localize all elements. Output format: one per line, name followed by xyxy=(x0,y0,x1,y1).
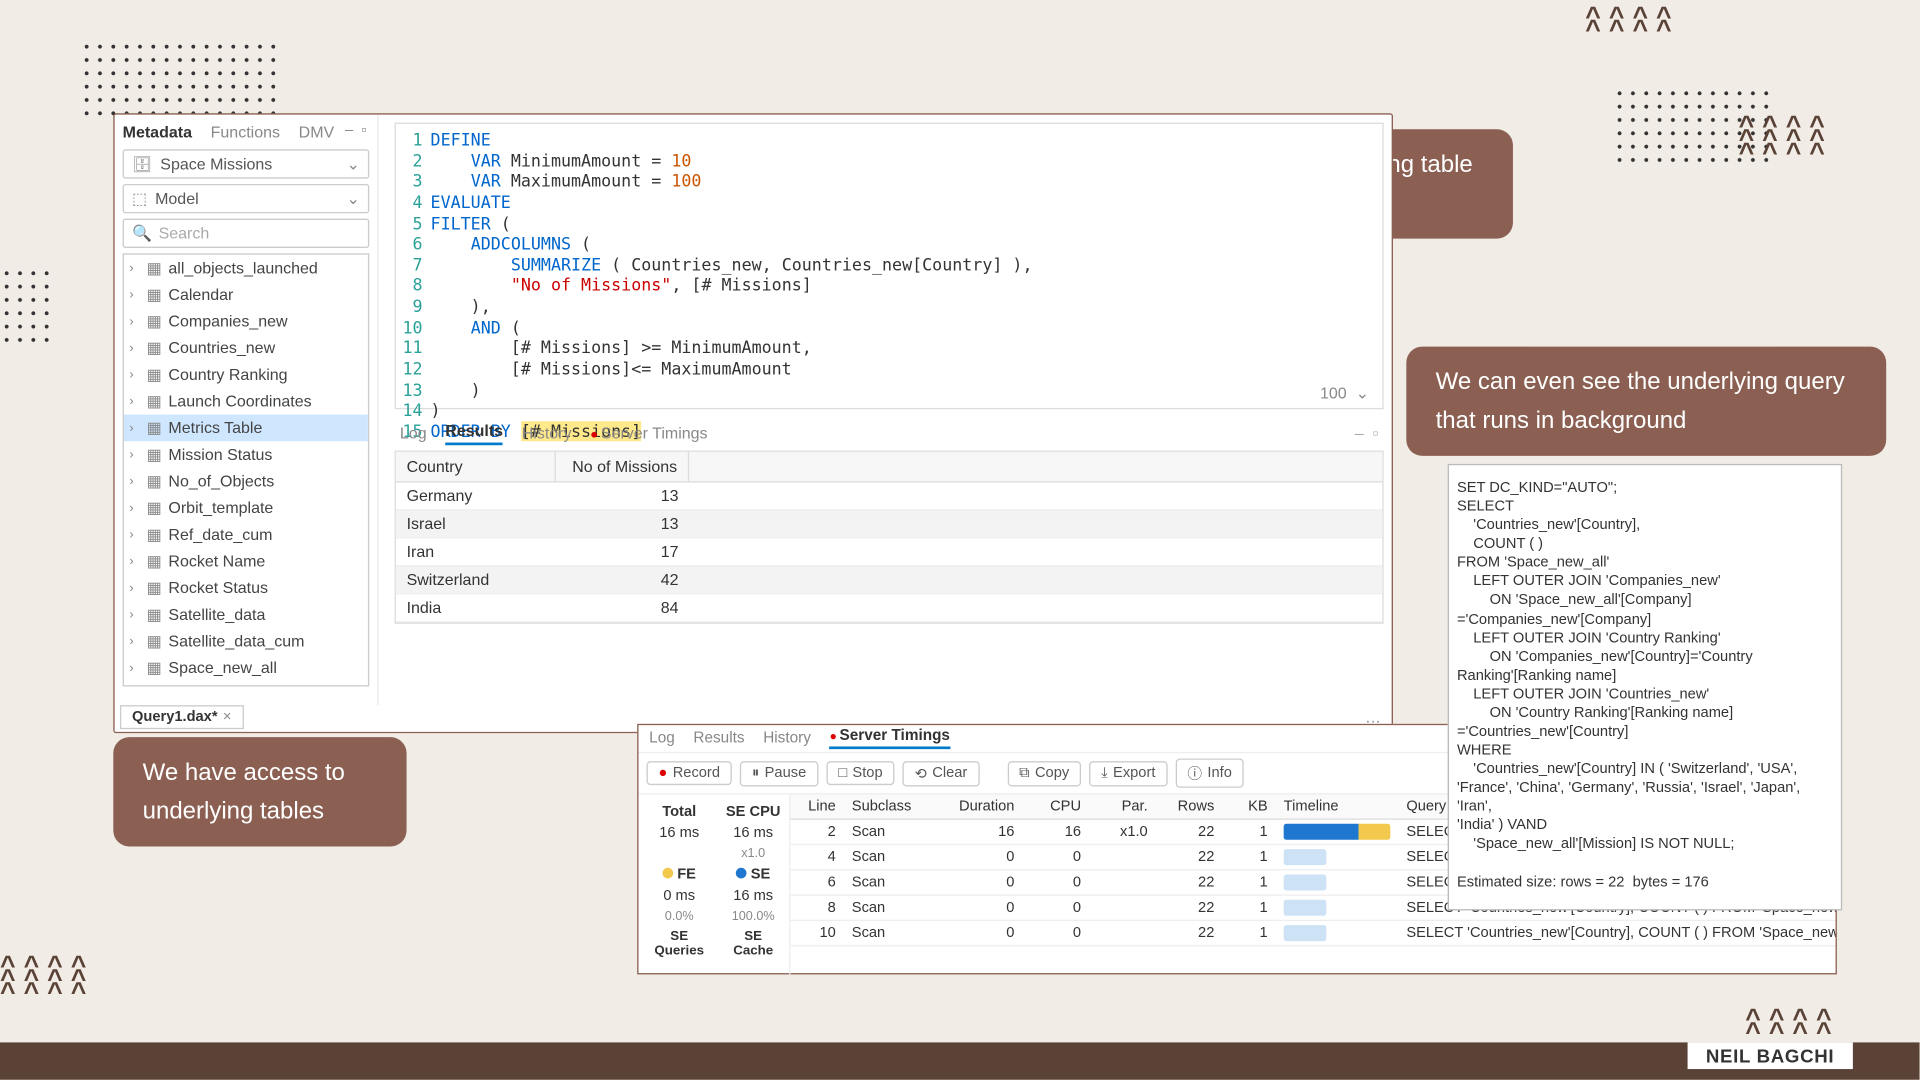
search-input[interactable]: 🔍 Search xyxy=(123,219,370,248)
tree-item[interactable]: ›▦No_of_Objects xyxy=(124,468,368,495)
timing-stats: TotalSE CPU 16 ms16 ms x1.0 FE SE 0 ms16… xyxy=(639,794,791,974)
column-header[interactable]: Timeline xyxy=(1276,794,1399,818)
tree-item[interactable]: ›▦Orbit_template xyxy=(124,495,368,522)
tree-item[interactable]: ›▦Calendar xyxy=(124,281,368,308)
tree-item[interactable]: ›▦all_objects_launched xyxy=(124,255,368,282)
tree-item[interactable]: ›▦Rocket Status xyxy=(124,575,368,602)
tab-results[interactable]: Results xyxy=(445,421,503,445)
tab-metadata[interactable]: Metadata xyxy=(123,123,192,142)
table-row[interactable]: Israel13 xyxy=(396,511,1382,539)
record-button[interactable]: ●Record xyxy=(647,761,732,785)
database-dropdown[interactable]: 🗄 Space Missions ⌄ xyxy=(123,149,370,178)
metadata-pane: Metadata Functions DMV – ▫ 🗄 Space Missi… xyxy=(115,115,379,706)
tree-item[interactable]: ›▦Space_new_all xyxy=(124,655,368,682)
tree-item[interactable]: ›▦Companies_new xyxy=(124,308,368,335)
chevron-down-icon: ⌄ xyxy=(346,189,359,208)
clear-icon: ⟲ xyxy=(915,764,927,781)
tab-dmv[interactable]: DMV xyxy=(299,123,335,142)
tab-log[interactable]: Log xyxy=(649,730,675,746)
decor-dots xyxy=(0,267,53,347)
column-header[interactable]: No of Missions xyxy=(556,452,689,481)
tree-item[interactable]: ›▦Rocket Name xyxy=(124,548,368,575)
tree-item[interactable]: ›▦Satellite_data xyxy=(124,601,368,628)
search-placeholder: Search xyxy=(159,224,210,243)
info-icon: ⓘ xyxy=(1187,762,1202,783)
tab-server-timings[interactable]: ●Server Timings xyxy=(590,424,707,443)
export-icon: ⤓ xyxy=(1101,764,1107,781)
author-name: NEIL BAGCHI xyxy=(1687,1042,1853,1069)
annotation-underlying-query: We can even see the underlying query tha… xyxy=(1406,347,1886,456)
tree-item[interactable]: ›▦Countries_new xyxy=(124,335,368,362)
pause-icon: ⏸ xyxy=(752,764,759,781)
stop-button[interactable]: □Stop xyxy=(826,761,894,785)
decor-dots xyxy=(80,40,280,120)
row-limit-dropdown[interactable]: 100 ⌄ xyxy=(1320,384,1369,403)
column-header[interactable]: Rows xyxy=(1156,794,1223,818)
tab-history[interactable]: History xyxy=(522,424,572,443)
tree-item[interactable]: ›▦Launch Coordinates xyxy=(124,388,368,415)
model-dropdown[interactable]: ⬚ Model ⌄ xyxy=(123,184,370,213)
model-name: Model xyxy=(155,189,199,208)
column-header[interactable]: Duration xyxy=(929,794,1022,818)
database-icon: 🗄 xyxy=(132,155,152,174)
tab-log[interactable]: Log xyxy=(400,424,427,443)
decor-chevrons: ^^^^^^^^^^^^ xyxy=(0,960,94,1000)
search-icon: 🔍 xyxy=(132,224,152,243)
code-editor[interactable]: 1DEFINE2 VAR MinimumAmount = 103 VAR Max… xyxy=(395,123,1384,410)
tables-tree[interactable]: ›▦all_objects_launched›▦Calendar›▦Compan… xyxy=(123,253,370,686)
table-row[interactable]: Switzerland42 xyxy=(396,567,1382,595)
table-row[interactable]: Iran17 xyxy=(396,539,1382,567)
pause-button[interactable]: ⏸Pause xyxy=(740,760,818,785)
stop-icon: □ xyxy=(838,765,847,781)
results-grid: Country No of Missions Germany13Israel13… xyxy=(395,451,1384,624)
column-header[interactable]: CPU xyxy=(1022,794,1089,818)
timing-row[interactable]: 10Scan00221SELECT 'Countries_new'[Countr… xyxy=(790,921,1835,946)
decor-chevrons: ^^^^^^^^ xyxy=(1585,11,1679,38)
tree-item[interactable]: ›▦Metrics Table xyxy=(124,415,368,442)
tab-server-timings[interactable]: ●Server Timings xyxy=(830,728,950,749)
copy-button[interactable]: ⧉Copy xyxy=(1007,760,1081,785)
column-header[interactable]: Country xyxy=(396,452,556,481)
column-header[interactable]: Line xyxy=(790,794,843,818)
query-inspector: SET DC_KIND="AUTO"; SELECT 'Countries_ne… xyxy=(1448,464,1843,911)
dax-studio-window: Metadata Functions DMV – ▫ 🗄 Space Missi… xyxy=(113,113,1393,733)
pane-options-icon[interactable]: – ▫ xyxy=(1355,424,1378,443)
pane-options-icon[interactable]: – ▫ xyxy=(345,123,367,139)
column-header[interactable]: KB xyxy=(1222,794,1275,818)
database-name: Space Missions xyxy=(160,155,272,174)
table-row[interactable]: India84 xyxy=(396,595,1382,623)
record-icon: ● xyxy=(659,765,668,781)
decor-chevrons: ^^^^^^^^^^^^ xyxy=(1739,120,1833,160)
tree-item[interactable]: ›▦Ref_date_cum xyxy=(124,521,368,548)
column-header[interactable]: Par. xyxy=(1089,794,1156,818)
close-icon[interactable]: × xyxy=(223,709,232,725)
tree-item[interactable]: ›▦Mission Status xyxy=(124,441,368,468)
column-header[interactable]: Subclass xyxy=(844,794,929,818)
info-button[interactable]: ⓘInfo xyxy=(1175,758,1243,787)
model-icon: ⬚ xyxy=(132,189,147,208)
file-tab[interactable]: Query1.dax*× xyxy=(120,705,243,729)
footer-bar xyxy=(0,1042,1920,1079)
tree-item[interactable]: ›▦Satellite_data_cum xyxy=(124,628,368,655)
annotation-tables: We have access to underlying tables xyxy=(113,737,406,846)
tab-functions[interactable]: Functions xyxy=(211,123,280,142)
tab-results[interactable]: Results xyxy=(693,730,744,746)
decor-chevrons: ^^^^^^^^ xyxy=(1745,1013,1839,1040)
clear-button[interactable]: ⟲Clear xyxy=(903,760,980,785)
results-pane: Log Results History ●Server Timings – ▫ … xyxy=(395,416,1384,700)
chevron-down-icon: ⌄ xyxy=(346,155,359,174)
export-button[interactable]: ⤓Export xyxy=(1089,760,1167,785)
copy-icon: ⧉ xyxy=(1019,764,1029,781)
tree-item[interactable]: ›▦Country Ranking xyxy=(124,361,368,388)
table-row[interactable]: Germany13 xyxy=(396,483,1382,511)
tab-history[interactable]: History xyxy=(763,730,811,746)
